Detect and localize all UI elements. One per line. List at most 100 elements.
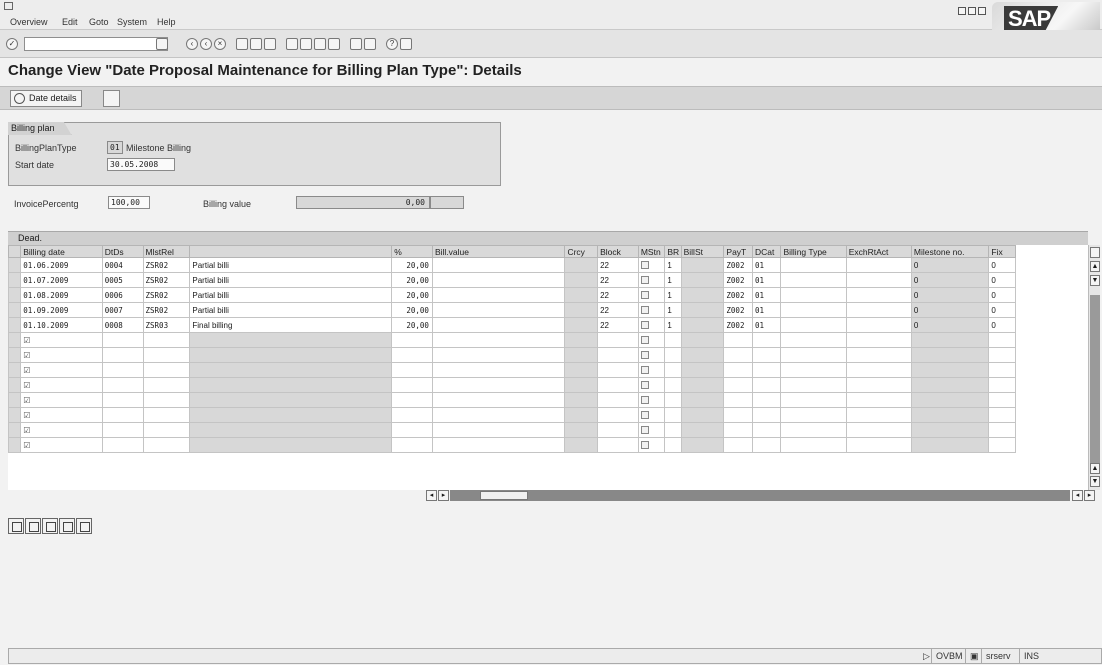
bill-value-cell[interactable] xyxy=(431,377,566,393)
exchrtact-cell[interactable] xyxy=(845,377,912,393)
fix-cell[interactable]: 0 xyxy=(988,302,1016,318)
save-icon[interactable] xyxy=(156,38,168,50)
maximize-icon[interactable] xyxy=(968,7,976,15)
billing-date-cell[interactable]: ☑ xyxy=(20,422,103,438)
mlstrel-cell[interactable]: ZSR02 xyxy=(142,302,191,318)
payt-cell[interactable] xyxy=(723,347,753,363)
dcat-cell[interactable]: 01 xyxy=(751,287,782,303)
deselect-all-icon[interactable] xyxy=(76,518,92,534)
select-all-icon[interactable] xyxy=(59,518,75,534)
billing-type-cell[interactable] xyxy=(780,347,847,363)
billing-type-cell[interactable] xyxy=(780,272,847,288)
percent-cell[interactable]: 20,00 xyxy=(391,287,433,303)
billing-date-cell[interactable]: 01.10.2009 xyxy=(20,317,103,333)
horizontal-scroll-thumb[interactable] xyxy=(480,491,528,500)
percent-cell[interactable] xyxy=(391,422,433,438)
billing-type-cell[interactable] xyxy=(780,317,847,333)
dtds-cell[interactable] xyxy=(101,347,144,363)
mlstrel-cell[interactable]: ZSR02 xyxy=(142,257,191,273)
payt-cell[interactable] xyxy=(723,332,753,348)
row-selector[interactable] xyxy=(8,257,22,273)
enter-icon[interactable]: ✓ xyxy=(6,38,18,50)
fix-cell[interactable] xyxy=(988,332,1016,348)
block-cell[interactable]: 22 xyxy=(597,287,639,303)
menu-overview[interactable]: Overview xyxy=(10,17,48,27)
details-icon[interactable] xyxy=(8,518,24,534)
column-fix[interactable]: Fix xyxy=(988,245,1016,258)
mstn-cell[interactable] xyxy=(637,332,666,348)
mlstrel-cell[interactable] xyxy=(142,347,191,363)
mstn-checkbox[interactable] xyxy=(640,336,649,345)
mlstrel-cell[interactable] xyxy=(142,407,191,423)
mlstrel-cell[interactable] xyxy=(142,437,191,453)
payt-cell[interactable] xyxy=(723,392,753,408)
table-settings-icon[interactable] xyxy=(1090,247,1100,258)
fix-cell[interactable]: 0 xyxy=(988,317,1016,333)
billing-type-cell[interactable] xyxy=(780,422,847,438)
billing-type-cell[interactable] xyxy=(780,377,847,393)
column-dcat[interactable]: DCat xyxy=(751,245,782,258)
column-block[interactable]: Block xyxy=(597,245,639,258)
exchrtact-cell[interactable] xyxy=(845,347,912,363)
dcat-cell[interactable] xyxy=(751,422,782,438)
bill-value-cell[interactable] xyxy=(431,257,566,273)
billing-date-cell[interactable]: 01.06.2009 xyxy=(20,257,103,273)
block-cell[interactable] xyxy=(597,377,639,393)
dcat-cell[interactable]: 01 xyxy=(751,302,782,318)
fix-cell[interactable] xyxy=(988,377,1016,393)
billing-type-cell[interactable] xyxy=(780,302,847,318)
exchrtact-cell[interactable] xyxy=(845,392,912,408)
percent-cell[interactable]: 20,00 xyxy=(391,272,433,288)
scroll-left-icon[interactable]: ◂ xyxy=(426,490,437,501)
dtds-cell[interactable] xyxy=(101,437,144,453)
help-icon[interactable]: ? xyxy=(386,38,398,50)
block-cell[interactable] xyxy=(597,332,639,348)
exchrtact-cell[interactable] xyxy=(845,302,912,318)
payt-cell[interactable]: Z002 xyxy=(723,257,753,273)
fix-cell[interactable] xyxy=(988,422,1016,438)
dtds-cell[interactable]: 0008 xyxy=(101,317,144,333)
payt-cell[interactable]: Z002 xyxy=(723,302,753,318)
percent-cell[interactable] xyxy=(391,392,433,408)
percent-cell[interactable] xyxy=(391,407,433,423)
billing-date-cell[interactable]: 01.07.2009 xyxy=(20,272,103,288)
cancel-icon[interactable]: × xyxy=(214,38,226,50)
menu-edit[interactable]: Edit xyxy=(62,17,78,27)
bill-value-cell[interactable] xyxy=(431,362,566,378)
dcat-cell[interactable] xyxy=(751,362,782,378)
billing-date-cell[interactable]: 01.09.2009 xyxy=(20,302,103,318)
layout-menu-icon[interactable] xyxy=(400,38,412,50)
column-bill-value[interactable]: Bill.value xyxy=(431,245,566,258)
br-cell[interactable]: 1 xyxy=(664,302,682,318)
block-cell[interactable] xyxy=(597,422,639,438)
mstn-cell[interactable] xyxy=(637,377,666,393)
mlstrel-cell[interactable]: ZSR02 xyxy=(142,287,191,303)
exchrtact-cell[interactable] xyxy=(845,332,912,348)
column-payt[interactable]: PayT xyxy=(723,245,753,258)
bill-value-cell[interactable] xyxy=(431,407,566,423)
scroll-page-down-icon[interactable]: ▼ xyxy=(1090,275,1100,286)
payt-cell[interactable]: Z002 xyxy=(723,272,753,288)
dtds-cell[interactable] xyxy=(101,332,144,348)
scroll-right-icon[interactable]: ▸ xyxy=(438,490,449,501)
mstn-cell[interactable] xyxy=(637,317,666,333)
mlstrel-cell[interactable]: ZSR02 xyxy=(142,272,191,288)
exchrtact-cell[interactable] xyxy=(845,257,912,273)
bill-value-cell[interactable] xyxy=(431,287,566,303)
row-selector[interactable] xyxy=(8,362,22,378)
row-selector[interactable] xyxy=(8,407,22,423)
fix-cell[interactable] xyxy=(988,392,1016,408)
row-selector[interactable] xyxy=(8,317,22,333)
exchrtact-cell[interactable] xyxy=(845,362,912,378)
column-exchrtact[interactable]: ExchRtAct xyxy=(845,245,912,258)
menu-help[interactable]: Help xyxy=(157,17,176,27)
column-description[interactable] xyxy=(189,245,393,258)
dtds-cell[interactable] xyxy=(101,422,144,438)
dtds-cell[interactable]: 0006 xyxy=(101,287,144,303)
back-icon[interactable]: ‹ xyxy=(186,38,198,50)
block-cell[interactable] xyxy=(597,392,639,408)
br-cell[interactable] xyxy=(664,422,682,438)
percent-cell[interactable] xyxy=(391,437,433,453)
new-session-icon[interactable] xyxy=(350,38,362,50)
mstn-cell[interactable] xyxy=(637,257,666,273)
